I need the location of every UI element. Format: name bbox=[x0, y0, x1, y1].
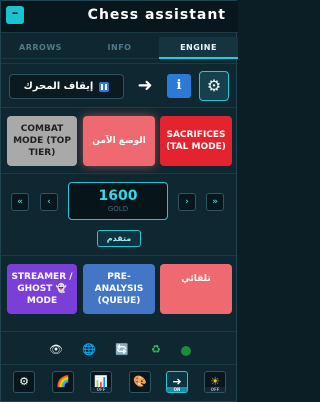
toggle-state: OFF bbox=[91, 387, 111, 392]
minimize-button[interactable]: – bbox=[6, 6, 24, 24]
tab-info[interactable]: INFO bbox=[80, 37, 159, 59]
elo-next-fast-button[interactable]: » bbox=[206, 193, 224, 211]
title-bar[interactable]: – Chess assistant bbox=[1, 1, 238, 33]
elo-prev-fast-button[interactable]: « bbox=[11, 193, 29, 211]
settings-toggle[interactable]: ⚙ bbox=[13, 371, 35, 393]
elo-next-button[interactable]: › bbox=[178, 193, 196, 211]
stop-engine-button[interactable]: إيقاف المحرك bbox=[9, 74, 124, 99]
toggle-state: OFF bbox=[205, 387, 225, 392]
elo-prev-button[interactable]: ‹ bbox=[40, 193, 58, 211]
palette-icon: 🎨 bbox=[133, 375, 147, 388]
tab-engine[interactable]: ENGINE bbox=[159, 37, 238, 59]
recycle-icon[interactable]: ♻ bbox=[149, 343, 163, 357]
auto-mode-button[interactable]: تلقائي bbox=[160, 264, 232, 314]
divider bbox=[1, 173, 238, 174]
chart-toggle[interactable]: 📊 OFF bbox=[90, 371, 112, 393]
palette-toggle[interactable]: 🎨 bbox=[129, 371, 151, 393]
streamer-mode-button[interactable]: STREAMER / GHOST 👻 MODE bbox=[7, 264, 77, 314]
chess-assistant-panel: – Chess assistant ARROWS INFO ENGINE إيق… bbox=[0, 0, 238, 402]
eye-icon[interactable]: 👁 bbox=[49, 343, 63, 357]
stop-engine-label: إيقاف المحرك bbox=[23, 81, 94, 92]
safe-mode-button[interactable]: الوضع الآمن bbox=[83, 116, 155, 166]
pause-icon bbox=[99, 81, 110, 92]
elo-rank: GOLD bbox=[107, 205, 129, 213]
level-button[interactable]: متقدم bbox=[97, 230, 141, 247]
info-icon[interactable]: i bbox=[167, 74, 191, 98]
elo-value: 1600 bbox=[98, 188, 138, 204]
tab-bar: ARROWS INFO ENGINE bbox=[1, 37, 238, 59]
divider bbox=[1, 331, 238, 332]
combat-mode-button[interactable]: COMBAT MODE (TOP TIER) bbox=[7, 116, 77, 166]
globe-icon[interactable]: 🌐 bbox=[82, 343, 96, 357]
window-title: Chess assistant bbox=[87, 7, 226, 23]
arrow-icon[interactable]: ➜ bbox=[131, 74, 159, 99]
connection-status-dot bbox=[181, 346, 191, 356]
gear-icon[interactable]: ⚙ bbox=[199, 71, 229, 101]
rainbow-toggle[interactable]: 🌈 bbox=[52, 371, 74, 393]
elo-display: 1600 GOLD bbox=[68, 182, 168, 220]
refresh-icon[interactable]: 🔄 bbox=[115, 343, 129, 357]
divider bbox=[1, 255, 238, 256]
rainbow-icon: 🌈 bbox=[56, 375, 70, 388]
divider bbox=[1, 63, 238, 64]
gear-icon: ⚙ bbox=[19, 375, 29, 388]
arrow-toggle[interactable]: ➜ ON bbox=[166, 371, 188, 393]
divider bbox=[1, 364, 238, 365]
tab-arrows[interactable]: ARROWS bbox=[1, 37, 80, 59]
toggle-state: ON bbox=[167, 387, 187, 392]
theme-toggle[interactable]: ☀ OFF bbox=[204, 371, 226, 393]
pre-analysis-button[interactable]: PRE-ANALYSIS (QUEUE) bbox=[83, 264, 155, 314]
divider bbox=[1, 107, 238, 108]
sacrifices-mode-button[interactable]: SACRIFICES (TAL MODE) bbox=[160, 116, 232, 166]
